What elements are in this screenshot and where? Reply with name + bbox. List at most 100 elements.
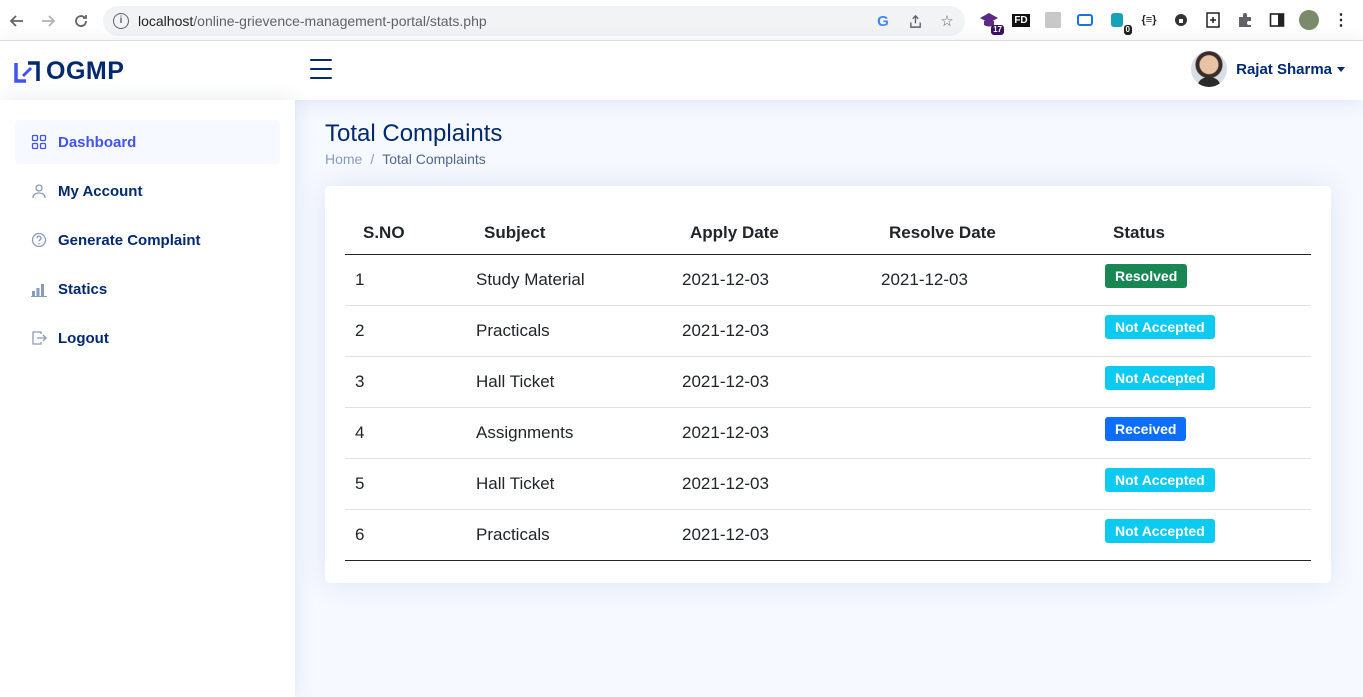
- sidebar-item-label: Generate Complaint: [58, 231, 201, 249]
- cell-subject: Assignments: [466, 407, 672, 459]
- sidebar-item-label: Statics: [58, 280, 108, 298]
- lock-icon[interactable]: [1170, 9, 1192, 31]
- url-text[interactable]: localhost/online-grievence-management-po…: [138, 13, 487, 29]
- lock-person-icon[interactable]: 0: [1106, 9, 1132, 35]
- breadcrumb-home[interactable]: Home: [325, 151, 362, 167]
- question-circle-icon: [30, 231, 48, 249]
- cell-apply-date: 2021-12-03: [672, 509, 871, 561]
- back-arrow-icon[interactable]: [6, 10, 28, 32]
- cell-status: Not Accepted: [1095, 458, 1311, 510]
- breadcrumb-separator: /: [370, 151, 375, 167]
- doc-plus-icon[interactable]: [1202, 9, 1224, 31]
- logout-icon: [30, 329, 48, 347]
- site-info-icon[interactable]: i: [113, 13, 129, 29]
- bar-chart-icon: [30, 280, 48, 298]
- sidebar-item-generate-complaint[interactable]: Generate Complaint: [15, 218, 280, 262]
- cell-apply-date: 2021-12-03: [672, 254, 871, 306]
- table-header-row: S.NO Subject Apply Date Resolve Date Sta…: [345, 213, 1311, 255]
- script-icon[interactable]: [1042, 9, 1064, 31]
- user-name: Rajat Sharma: [1236, 60, 1332, 78]
- cell-sno: 2: [345, 305, 466, 357]
- table-row: 1 Study Material 2021-12-03 2021-12-03 Resol…: [345, 254, 1311, 306]
- column-header-subject: Subject: [466, 213, 672, 255]
- extensions-bar: 17 FD 0 {≡} ⋮: [978, 9, 1352, 35]
- cell-apply-date: 2021-12-03: [672, 305, 871, 357]
- sidebar-item-dashboard[interactable]: Dashboard: [15, 120, 280, 164]
- share-icon[interactable]: [905, 11, 925, 31]
- cell-subject: Hall Ticket: [466, 356, 672, 408]
- sidebar-item-my-account[interactable]: My Account: [15, 169, 280, 213]
- extension-badge: 0: [1123, 25, 1132, 35]
- google-icon[interactable]: G: [873, 11, 893, 31]
- cell-sno: 3: [345, 356, 466, 408]
- cell-sno: 5: [345, 458, 466, 510]
- logo[interactable]: OGMP: [14, 57, 124, 86]
- logo-mark-icon: [14, 60, 40, 83]
- app-header: OGMP Rajat Sharma: [0, 41, 1363, 100]
- status-badge: Not Accepted: [1105, 365, 1215, 390]
- profile-icon[interactable]: [1298, 9, 1320, 31]
- avatar: [1191, 51, 1228, 87]
- cell-status: Not Accepted: [1095, 356, 1311, 408]
- cell-subject: Hall Ticket: [466, 458, 672, 510]
- menu-toggle-icon[interactable]: [310, 59, 332, 79]
- sidebar-item-statics[interactable]: Statics: [15, 267, 280, 311]
- cell-sno: 6: [345, 509, 466, 561]
- cell-apply-date: 2021-12-03: [672, 407, 871, 459]
- menu-dots-icon[interactable]: ⋮: [1330, 9, 1352, 31]
- sidebar-item-label: My Account: [58, 182, 143, 200]
- json-icon[interactable]: {≡}: [1138, 9, 1160, 31]
- cell-apply-date: 2021-12-03: [672, 356, 871, 408]
- column-header-apply-date: Apply Date: [672, 213, 871, 255]
- status-badge: Resolved: [1105, 263, 1188, 288]
- status-badge: Not Accepted: [1105, 518, 1215, 543]
- browser-toolbar: i localhost/online-grievence-management-…: [0, 0, 1363, 41]
- url-host: localhost: [138, 13, 194, 29]
- sidebar: Dashboard My Account Generate Complaint …: [0, 100, 295, 697]
- cell-status: Resolved: [1095, 254, 1311, 306]
- breadcrumb-current: Total Complaints: [382, 151, 486, 167]
- fd-icon[interactable]: FD: [1010, 9, 1032, 31]
- chevron-down-icon: [1337, 66, 1345, 72]
- cell-resolve-date: [871, 305, 1095, 357]
- cell-resolve-date: [871, 407, 1095, 459]
- address-bar[interactable]: i localhost/online-grievence-management-…: [103, 6, 965, 36]
- cell-resolve-date: 2021-12-03: [871, 254, 1095, 306]
- status-badge: Not Accepted: [1105, 467, 1215, 492]
- table-row: 5 Hall Ticket 2021-12-03 Not Accepted: [345, 458, 1311, 510]
- url-path: /online-grievence-management-portal/stat…: [193, 13, 487, 29]
- complaints-table: S.NO Subject Apply Date Resolve Date Sta…: [345, 213, 1311, 561]
- extension-badge: 17: [991, 25, 1004, 35]
- table-row: 2 Practicals 2021-12-03 Not Accepted: [345, 305, 1311, 357]
- puzzle-icon[interactable]: [1234, 9, 1256, 31]
- screen-record-icon[interactable]: [1074, 9, 1096, 31]
- page-title: Total Complaints: [325, 120, 503, 147]
- table-row: 6 Practicals 2021-12-03 Not Accepted: [345, 509, 1311, 561]
- cell-sno: 1: [345, 254, 466, 306]
- status-badge: Received: [1105, 416, 1187, 441]
- bookmark-star-icon[interactable]: ☆: [937, 11, 957, 31]
- cell-resolve-date: [871, 458, 1095, 510]
- sidebar-item-logout[interactable]: Logout: [15, 316, 280, 360]
- table-row: 3 Hall Ticket 2021-12-03 Not Accepted: [345, 356, 1311, 408]
- user-profile-dropdown[interactable]: Rajat Sharma: [1191, 51, 1345, 87]
- status-badge: Not Accepted: [1105, 314, 1215, 339]
- cell-apply-date: 2021-12-03: [672, 458, 871, 510]
- column-header-status: Status: [1095, 213, 1311, 255]
- complaints-card: S.NO Subject Apply Date Resolve Date Sta…: [325, 186, 1331, 583]
- person-icon: [30, 182, 48, 200]
- cell-subject: Practicals: [466, 305, 672, 357]
- cell-subject: Practicals: [466, 509, 672, 561]
- graduation-cap-icon[interactable]: 17: [978, 9, 1004, 35]
- cell-status: Received: [1095, 407, 1311, 459]
- sidebar-item-label: Dashboard: [58, 133, 137, 151]
- sidepanel-icon[interactable]: [1266, 9, 1288, 31]
- cell-subject: Study Material: [466, 254, 672, 306]
- breadcrumb: Home / Total Complaints: [325, 151, 486, 167]
- table-row: 4 Assignments 2021-12-03 Received: [345, 407, 1311, 459]
- logo-text: OGMP: [46, 57, 125, 85]
- forward-arrow-icon[interactable]: [37, 10, 59, 32]
- reload-icon[interactable]: [70, 10, 92, 32]
- column-header-resolve-date: Resolve Date: [871, 213, 1095, 255]
- cell-sno: 4: [345, 407, 466, 459]
